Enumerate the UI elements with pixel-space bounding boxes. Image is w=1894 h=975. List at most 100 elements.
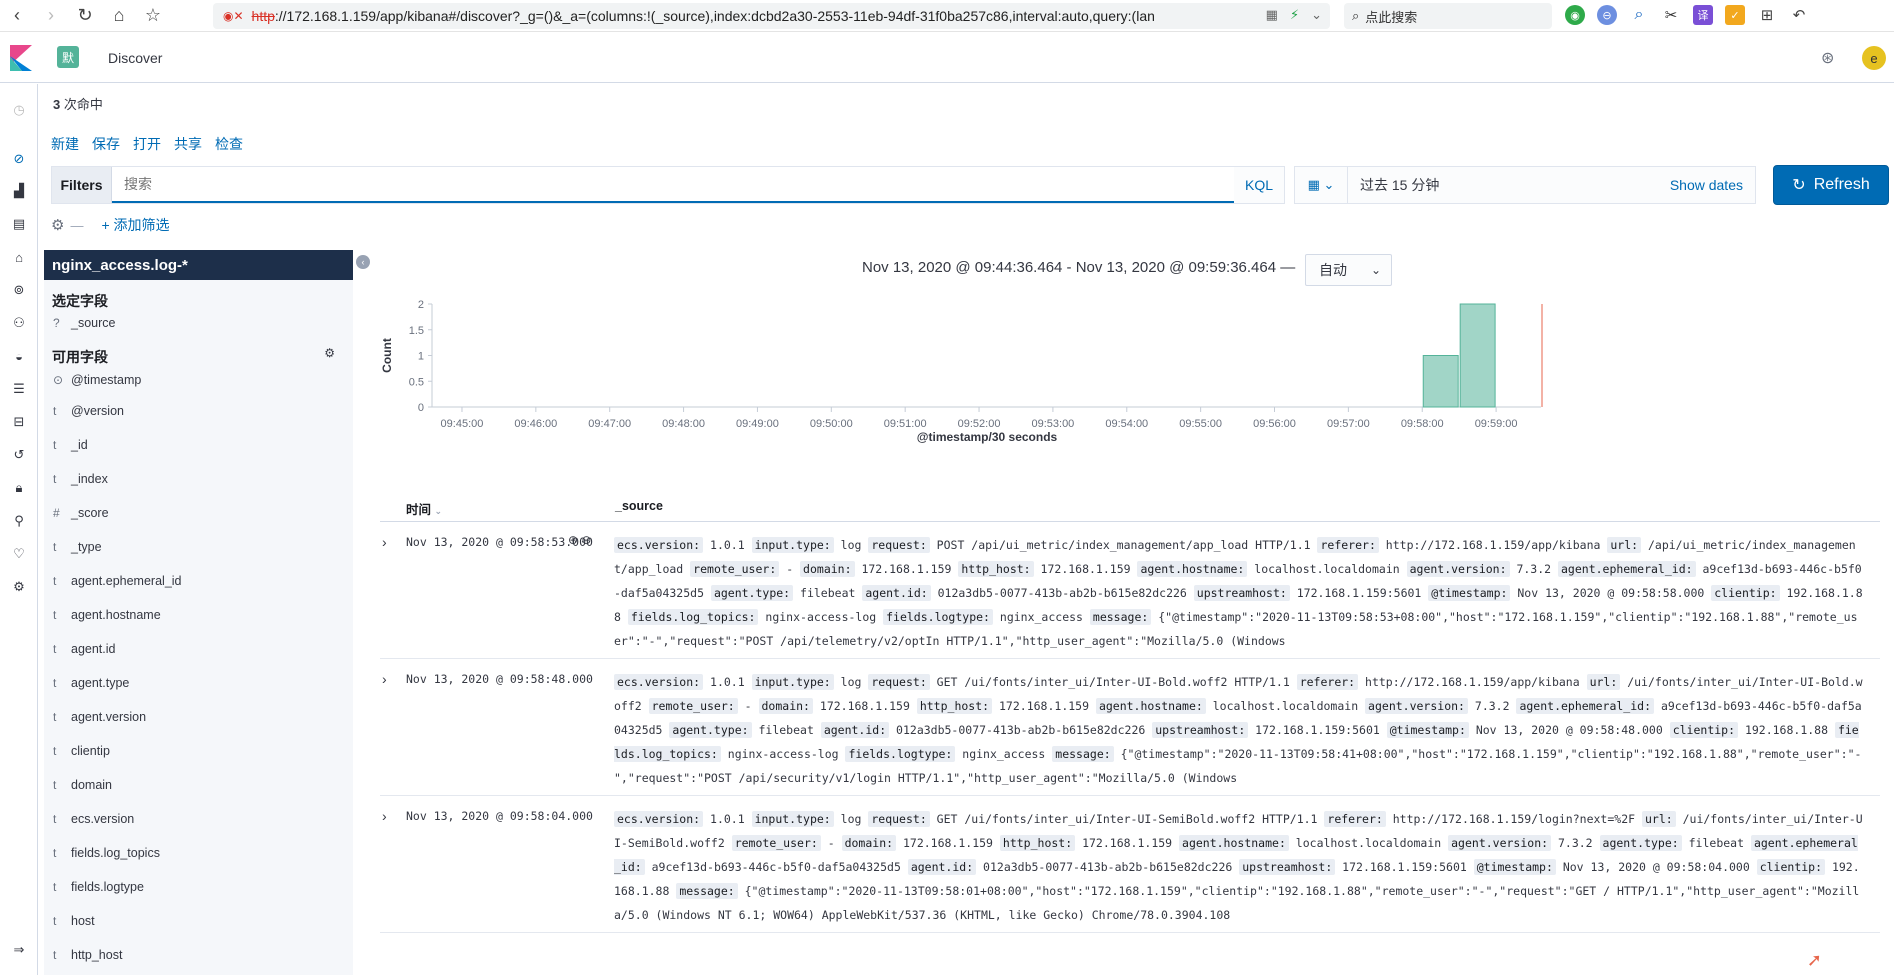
collapse-nav-icon[interactable]: ⇒: [10, 941, 28, 959]
recent-clock-icon[interactable]: ◷: [10, 101, 28, 119]
source-field-value: 1.0.1: [703, 538, 752, 552]
show-dates-link[interactable]: Show dates: [1670, 177, 1755, 193]
forward-icon[interactable]: ›: [34, 0, 68, 32]
x-tick-label: 09:48:00: [662, 418, 705, 430]
space-badge[interactable]: 默: [57, 46, 79, 68]
field-item[interactable]: t domain: [44, 768, 353, 802]
chevron-down-icon[interactable]: ⌄: [1311, 7, 1322, 23]
infrastructure-icon[interactable]: ◒: [10, 347, 28, 365]
bookmark-star-icon[interactable]: ☆: [136, 0, 170, 32]
management-gear-icon[interactable]: ⚙: [10, 578, 28, 596]
field-type-icon: t: [53, 744, 57, 758]
field-item[interactable]: ⊙ @timestamp: [44, 366, 353, 394]
dashboard-icon[interactable]: ▤: [10, 215, 28, 233]
date-range-text[interactable]: 过去 15 分钟: [1348, 175, 1670, 195]
maps-icon[interactable]: ⊚: [10, 281, 28, 299]
field-name: agent.type: [71, 676, 130, 690]
field-item[interactable]: t ecs.version: [44, 802, 353, 836]
field-item[interactable]: t fields.logtype: [44, 870, 353, 904]
extension-search-icon[interactable]: ⌕: [1629, 5, 1649, 25]
field-item[interactable]: t agent.hostname: [44, 598, 353, 632]
field-item[interactable]: t _index: [44, 462, 353, 496]
dev-tools-icon[interactable]: ⚲: [10, 512, 28, 530]
ml-icon[interactable]: ⚇: [10, 314, 28, 332]
filter-zoom-icons[interactable]: ⊕ ⊖: [568, 533, 591, 547]
kql-toggle[interactable]: KQL: [1234, 167, 1284, 203]
field-item[interactable]: t http_host: [44, 938, 353, 972]
extension-blue-icon[interactable]: ⊖: [1597, 5, 1617, 25]
menu-open[interactable]: 打开: [133, 134, 161, 154]
calendar-icon[interactable]: ▦ ⌄: [1295, 167, 1348, 203]
field-item[interactable]: t _type: [44, 530, 353, 564]
field-item[interactable]: t @version: [44, 394, 353, 428]
field-item[interactable]: t agent.version: [44, 700, 353, 734]
selected-fields-list: ? _source: [44, 310, 353, 336]
visualize-icon[interactable]: ▟: [10, 182, 28, 200]
discover-compass-icon[interactable]: ⊘: [10, 150, 28, 168]
source-field-value: 172.168.1.159: [854, 562, 959, 576]
field-item[interactable]: t agent.id: [44, 632, 353, 666]
field-type-icon: t: [53, 948, 57, 962]
index-pattern-selector[interactable]: nginx_access.log-*: [44, 250, 353, 280]
field-item[interactable]: t host: [44, 904, 353, 938]
source-field-key: message:: [676, 883, 738, 899]
field-name: _score: [71, 506, 109, 520]
field-type-icon: t: [53, 846, 57, 860]
translate-icon[interactable]: 译: [1693, 5, 1713, 25]
avatar[interactable]: e: [1862, 46, 1886, 70]
field-item[interactable]: t _id: [44, 428, 353, 462]
address-bar[interactable]: ◉✕ http://172.168.1.159/app/kibana#/disc…: [213, 3, 1330, 29]
field-item[interactable]: t clientip: [44, 734, 353, 768]
lightning-icon[interactable]: ⚡: [1290, 7, 1299, 23]
expand-row-icon[interactable]: ›: [382, 534, 398, 550]
reload-icon[interactable]: ↻: [68, 0, 102, 32]
scissors-icon[interactable]: ✂: [1661, 5, 1681, 25]
field-item[interactable]: ? _source: [44, 310, 353, 336]
source-field-value: a9cef13d-b693-446c-b5f0-daf5a04325d5: [644, 860, 908, 874]
expand-row-icon[interactable]: ›: [382, 671, 398, 687]
source-field-value: localhost.localdomain: [1205, 699, 1366, 713]
sort-icon[interactable]: ⌄: [435, 506, 443, 516]
source-field-key: ecs.version:: [614, 674, 704, 690]
menu-new[interactable]: 新建: [51, 134, 79, 154]
shield-extension-icon[interactable]: ✓: [1725, 5, 1745, 25]
canvas-icon[interactable]: ⌂: [10, 248, 28, 266]
source-field-value: filebeat: [793, 586, 863, 600]
field-item[interactable]: # _score: [44, 496, 353, 530]
field-settings-gear-icon[interactable]: ⚙: [324, 346, 335, 360]
field-name: fields.logtype: [71, 880, 144, 894]
source-field-key: agent.id:: [820, 722, 890, 738]
source-field-key: fields.logtype:: [845, 746, 956, 762]
collapse-sidebar-icon[interactable]: ‹: [356, 255, 370, 269]
field-item[interactable]: t agent.type: [44, 666, 353, 700]
field-item[interactable]: t agent.ephemeral_id: [44, 564, 353, 598]
siem-lock-icon[interactable]: 🔒︎: [10, 479, 28, 497]
back-icon[interactable]: ‹: [0, 0, 34, 32]
uptime-icon[interactable]: ↺: [10, 446, 28, 464]
menu-inspect[interactable]: 检查: [215, 134, 243, 154]
add-filter-link[interactable]: + 添加筛选: [101, 215, 169, 235]
search-input[interactable]: [112, 167, 1234, 203]
help-lifebuoy-icon[interactable]: ⊛: [1821, 48, 1841, 68]
kibana-logo-icon[interactable]: [10, 45, 32, 71]
menu-share[interactable]: 共享: [174, 134, 202, 154]
browser-search-box[interactable]: ⌕ 点此搜索: [1344, 3, 1552, 29]
field-name: clientip: [71, 744, 110, 758]
extension-green-icon[interactable]: ◉: [1565, 5, 1585, 25]
monitoring-heart-icon[interactable]: ♡: [10, 545, 28, 563]
home-icon[interactable]: ⌂: [102, 0, 136, 32]
apps-grid-icon[interactable]: ⊞: [1757, 5, 1777, 25]
logs-icon[interactable]: ☰: [10, 380, 28, 398]
field-item[interactable]: t fields.log_topics: [44, 836, 353, 870]
expand-row-icon[interactable]: ›: [382, 808, 398, 824]
undo-icon[interactable]: ↶: [1789, 5, 1809, 25]
column-header-time[interactable]: 时间 ⌄: [406, 499, 442, 518]
refresh-button[interactable]: ↻ Refresh: [1773, 165, 1889, 205]
menu-save[interactable]: 保存: [92, 134, 120, 154]
filter-gear-icon[interactable]: ⚙: [51, 216, 64, 234]
field-name: _type: [71, 540, 102, 554]
qr-code-icon[interactable]: ▦: [1266, 7, 1278, 23]
apm-icon[interactable]: ⊟: [10, 413, 28, 431]
interval-select[interactable]: 自动 ⌄: [1305, 254, 1392, 286]
row-timestamp: Nov 13, 2020 @ 09:58:48.000: [406, 672, 593, 686]
